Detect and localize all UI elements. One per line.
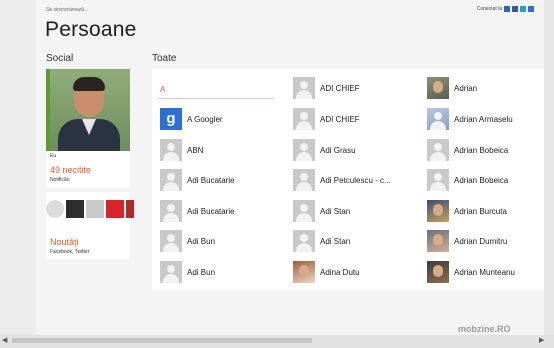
news-thumbnails [46, 200, 134, 218]
contact-name: Adrian Bobeica [454, 175, 509, 185]
contact-item[interactable]: Adrian Dumitru [427, 229, 507, 253]
contact-item[interactable]: Adi Petculescu - c... [293, 168, 391, 192]
contact-name: ABN [187, 145, 204, 155]
watermark: mobzine.RO [458, 324, 511, 334]
contact-name: A Googler [187, 114, 223, 124]
contact-item[interactable]: g A Googler [160, 107, 223, 131]
contact-photo [427, 230, 449, 252]
contact-name: Adrian Burcuta [454, 206, 507, 216]
notifications-label: Notificări [50, 177, 70, 183]
news-thumb-icon [66, 200, 84, 218]
whats-new-sources: Facebook, Twitter [50, 249, 90, 255]
contact-photo [427, 200, 449, 222]
contact-photo [427, 261, 449, 283]
contact-item[interactable]: Adi Bun [160, 260, 215, 284]
google-icon[interactable] [528, 6, 534, 12]
scroll-left-arrow-icon[interactable]: ◀ [2, 336, 7, 344]
scrollbar-thumb[interactable] [12, 338, 312, 343]
contact-name: Adrian Dumitru [454, 236, 508, 246]
contact-photo [427, 77, 449, 99]
person-placeholder-icon [427, 169, 449, 191]
connected-services: Conectat la [477, 6, 534, 12]
contact-item[interactable]: Adi Bucatarie [160, 168, 235, 192]
contact-name: ADI CHIEF [320, 83, 360, 93]
section-social-heading[interactable]: Social [46, 53, 73, 64]
contact-item[interactable]: ADI CHIEF [293, 76, 360, 100]
person-placeholder-icon [293, 139, 315, 161]
windows-live-icon[interactable] [504, 6, 510, 12]
person-placeholder-icon [160, 200, 182, 222]
connected-label: Conectat la [476, 6, 502, 12]
person-placeholder-icon [427, 139, 449, 161]
contact-item[interactable]: Adrian Bobeica [427, 168, 508, 192]
sync-status: Se sincronizează... [46, 7, 89, 13]
me-label: Eu [50, 153, 57, 159]
contact-name: Adi Stan [320, 206, 351, 216]
contact-name: Adi Bun [187, 267, 216, 277]
person-placeholder-icon [160, 261, 182, 283]
person-placeholder-icon [293, 77, 315, 99]
person-placeholder-icon [160, 230, 182, 252]
contact-name: Adi Bun [187, 236, 216, 246]
contact-name: Adi Grasu [320, 145, 356, 155]
section-all-heading[interactable]: Toate [152, 53, 176, 64]
person-placeholder-icon [160, 139, 182, 161]
contact-photo [427, 108, 449, 130]
news-thumb-icon [86, 200, 104, 218]
person-placeholder-icon [160, 169, 182, 191]
scroll-right-arrow-icon[interactable]: ▶ [539, 336, 544, 344]
person-placeholder-icon [293, 108, 315, 130]
facebook-icon[interactable] [512, 6, 518, 12]
contact-name: Adrian Munteanu [454, 267, 515, 277]
page-title: Persoane [45, 18, 137, 41]
whats-new-tile[interactable]: Noutăți Facebook, Twitter [46, 192, 134, 259]
contact-item[interactable]: Adrian [427, 76, 477, 100]
horizontal-scrollbar[interactable]: ◀ ▶ [0, 335, 554, 348]
me-tile[interactable]: Eu 49 necitite Notificări [46, 69, 130, 188]
contact-item[interactable]: Adi Stan [293, 199, 350, 223]
contact-name: ADI CHIEF [320, 114, 360, 124]
contact-item[interactable]: Adrian Munteanu [427, 260, 515, 284]
person-placeholder-icon [293, 200, 315, 222]
contact-item[interactable]: Adrian Burcuta [427, 199, 507, 223]
news-thumb-icon [126, 200, 134, 218]
contact-item[interactable]: ABN [160, 138, 203, 162]
contact-item[interactable]: Adi Bucatarie [160, 199, 235, 223]
contact-item[interactable]: Adrian Armaselu [427, 107, 513, 131]
contact-item[interactable]: Adina Dutu [293, 260, 360, 284]
group-letter[interactable]: A [160, 85, 165, 94]
contact-name: Adi Petculescu - c... [320, 175, 391, 185]
people-app-window: Se sincronizează... Conectat la Persoane… [36, 0, 544, 346]
contact-item[interactable]: Adi Grasu [293, 138, 356, 162]
person-placeholder-icon [293, 230, 315, 252]
profile-photo [46, 69, 130, 151]
right-margin [544, 0, 554, 348]
contact-name: Adi Bucatarie [187, 206, 235, 216]
contact-name: Adi Bucatarie [187, 175, 235, 185]
contact-item[interactable]: ADI CHIEF [293, 107, 360, 131]
left-margin [0, 0, 36, 348]
contacts-panel: A g A Googler ABN Adi Bucatarie Adi Buca… [152, 69, 544, 290]
google-avatar-icon: g [160, 108, 182, 130]
contact-item[interactable]: Adi Stan [293, 229, 350, 253]
whats-new-title: Noutăți [50, 237, 79, 247]
contact-item[interactable]: Adrian Bobeica [427, 138, 508, 162]
contact-photo [293, 261, 315, 283]
skype-icon[interactable] [520, 6, 526, 12]
contact-name: Adrian Bobeica [454, 145, 509, 155]
contact-name: Adrian Armaselu [454, 114, 513, 124]
contact-name: Adina Dutu [320, 267, 360, 277]
group-divider [158, 98, 274, 99]
person-placeholder-icon [293, 169, 315, 191]
contact-name: Adrian [454, 83, 478, 93]
notifications-count: 49 necitite [50, 165, 92, 175]
contact-name: Adi Stan [320, 236, 351, 246]
news-thumb-icon [106, 200, 124, 218]
news-thumb-icon [46, 200, 64, 218]
contact-item[interactable]: Adi Bun [160, 229, 215, 253]
